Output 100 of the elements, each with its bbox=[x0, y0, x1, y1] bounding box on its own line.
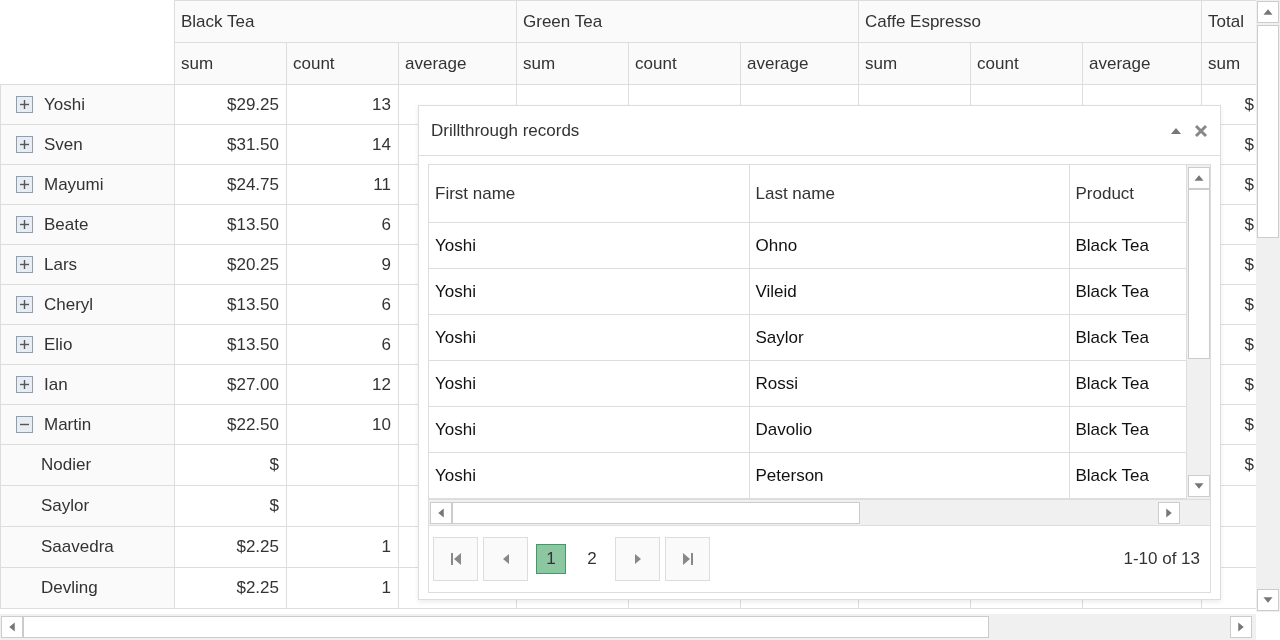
measure-header: sum bbox=[516, 42, 629, 85]
column-header[interactable]: Product bbox=[1069, 165, 1186, 223]
table-cell: $ bbox=[1244, 414, 1255, 434]
table-cell: Black Tea bbox=[1069, 406, 1186, 453]
table-cell: Ohno bbox=[749, 222, 1069, 269]
last-page-icon[interactable] bbox=[681, 552, 694, 566]
expand-icon[interactable] bbox=[16, 376, 33, 393]
table-cell: Yoshi bbox=[429, 222, 749, 269]
table-cell: $29.25 bbox=[227, 94, 279, 114]
table-cell: 14 bbox=[372, 134, 391, 154]
page-button[interactable]: 2 bbox=[577, 544, 607, 574]
scroll-left-icon[interactable] bbox=[1, 616, 23, 638]
collapse-icon[interactable] bbox=[16, 416, 33, 433]
expand-icon[interactable] bbox=[16, 256, 33, 273]
horizontal-scrollbar[interactable] bbox=[0, 614, 1256, 640]
measure-header: sum bbox=[174, 42, 287, 85]
scroll-up-icon[interactable] bbox=[1187, 167, 1210, 189]
row-label: Martin bbox=[44, 414, 92, 435]
measure-header: average bbox=[1082, 42, 1202, 85]
table-cell: $ bbox=[1244, 94, 1255, 114]
table-cell: $2.25 bbox=[236, 537, 279, 556]
table-cell: $22.50 bbox=[227, 414, 279, 434]
measure-header: sum bbox=[1201, 42, 1256, 85]
expand-icon[interactable] bbox=[16, 336, 33, 353]
row-label: Saylor bbox=[41, 496, 90, 516]
row-label: Yoshi bbox=[44, 94, 85, 115]
scroll-thumb[interactable] bbox=[23, 616, 989, 638]
table-cell: $31.50 bbox=[227, 134, 279, 154]
row-label: Ian bbox=[44, 374, 68, 395]
expand-icon[interactable] bbox=[16, 216, 33, 233]
scroll-thumb[interactable] bbox=[452, 501, 860, 524]
table-cell: Rossi bbox=[749, 360, 1069, 407]
measure-header: count bbox=[286, 42, 399, 85]
measure-header: average bbox=[740, 42, 859, 85]
table-cell: Black Tea bbox=[1069, 314, 1186, 361]
table-cell: $ bbox=[1244, 174, 1255, 194]
column-group-header: Caffe Espresso bbox=[858, 0, 1202, 43]
table-cell: Vileid bbox=[749, 268, 1069, 315]
expand-icon[interactable] bbox=[16, 176, 33, 193]
measure-header: count bbox=[970, 42, 1083, 85]
table-cell: Yoshi bbox=[429, 360, 749, 407]
table-cell: Black Tea bbox=[1069, 452, 1186, 499]
table-cell: $ bbox=[1244, 374, 1255, 394]
first-page-icon[interactable] bbox=[449, 552, 462, 566]
table-cell: $ bbox=[269, 455, 279, 474]
table-cell: $ bbox=[1244, 134, 1255, 154]
table-cell: Yoshi bbox=[429, 314, 749, 361]
table-cell: Saylor bbox=[749, 314, 1069, 361]
table-cell: 1 bbox=[381, 578, 391, 597]
table-cell: Yoshi bbox=[429, 406, 749, 453]
dialog-title: Drillthrough records bbox=[431, 120, 580, 141]
page-summary: 1-10 of 13 bbox=[1123, 549, 1200, 569]
row-label: Devling bbox=[41, 578, 98, 598]
row-label: Mayumi bbox=[44, 174, 104, 195]
table-cell: $ bbox=[1244, 254, 1255, 274]
scroll-down-icon[interactable] bbox=[1187, 475, 1210, 497]
row-label: Nodier bbox=[41, 455, 92, 475]
scroll-left-icon[interactable] bbox=[430, 501, 452, 524]
measure-header: average bbox=[398, 42, 517, 85]
row-label: Lars bbox=[44, 254, 78, 275]
measure-header: count bbox=[628, 42, 741, 85]
expand-icon[interactable] bbox=[16, 136, 33, 153]
table-cell: 10 bbox=[372, 414, 391, 434]
column-header[interactable]: First name bbox=[429, 165, 749, 223]
first-page-button[interactable] bbox=[433, 537, 478, 581]
scroll-down-icon[interactable] bbox=[1257, 589, 1279, 611]
table-cell: $ bbox=[1244, 214, 1255, 234]
close-icon[interactable] bbox=[1194, 123, 1208, 138]
horizontal-scrollbar[interactable] bbox=[429, 499, 1210, 525]
expand-icon[interactable] bbox=[16, 296, 33, 313]
table-cell: 9 bbox=[381, 254, 391, 274]
row-label: Elio bbox=[44, 334, 73, 355]
table-cell: $13.50 bbox=[227, 294, 279, 314]
table-cell: 1 bbox=[381, 537, 391, 556]
table-cell: Black Tea bbox=[1069, 360, 1186, 407]
table-cell: $ bbox=[1244, 455, 1255, 474]
table-cell: 12 bbox=[372, 374, 391, 394]
table-cell: 13 bbox=[372, 94, 391, 114]
scroll-right-icon[interactable] bbox=[1158, 501, 1180, 524]
table-cell: 6 bbox=[381, 334, 391, 354]
column-header[interactable]: Last name bbox=[749, 165, 1069, 223]
scroll-right-icon[interactable] bbox=[1230, 616, 1252, 638]
vertical-scrollbar[interactable] bbox=[1256, 0, 1280, 612]
column-group-header: Green Tea bbox=[516, 0, 859, 43]
page-button[interactable]: 1 bbox=[536, 544, 566, 574]
last-page-button[interactable] bbox=[665, 537, 710, 581]
scroll-up-icon[interactable] bbox=[1257, 1, 1279, 23]
expand-icon[interactable] bbox=[16, 96, 33, 113]
scroll-thumb[interactable] bbox=[1187, 189, 1210, 359]
previous-icon[interactable] bbox=[501, 552, 510, 566]
next-icon[interactable] bbox=[633, 552, 642, 566]
table-cell: $ bbox=[1244, 334, 1255, 354]
table-cell: $27.00 bbox=[227, 374, 279, 394]
table-cell: Yoshi bbox=[429, 268, 749, 315]
table-cell: $ bbox=[269, 496, 279, 515]
table-cell: $24.75 bbox=[227, 174, 279, 194]
vertical-scrollbar[interactable] bbox=[1186, 165, 1210, 499]
row-label: Saavedra bbox=[41, 537, 114, 557]
scroll-thumb[interactable] bbox=[1257, 25, 1279, 238]
column-group-header: Black Tea bbox=[174, 0, 517, 43]
